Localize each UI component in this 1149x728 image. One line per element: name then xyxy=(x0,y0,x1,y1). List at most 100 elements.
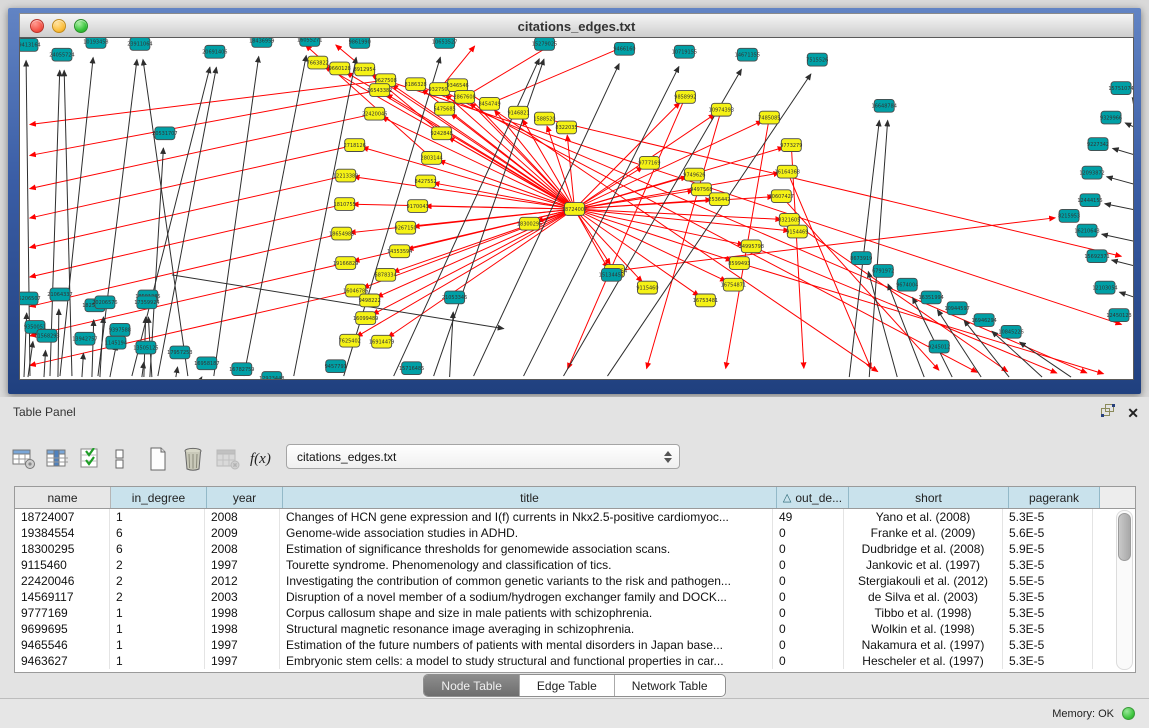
graph-node-label: 5878334 xyxy=(375,273,397,279)
table-row[interactable]: 946362711997Embryonic stem cells: a mode… xyxy=(15,653,1135,669)
graph-node-label: 7625402 xyxy=(339,338,361,344)
graph-node-label: 8599493 xyxy=(728,261,750,267)
row-selection-icon xyxy=(80,448,102,470)
column-header-year[interactable]: year xyxy=(207,487,283,508)
table-select-value: citations_edges.txt xyxy=(287,450,659,464)
column-header-in_degree[interactable]: in_degree xyxy=(111,487,207,508)
graph-node-label: 10653527 xyxy=(432,40,457,46)
scrollbar-thumb[interactable] xyxy=(1118,513,1131,561)
column-header-out_de[interactable]: △out_de... xyxy=(777,487,849,508)
cell-title: Embryonic stem cells: a model to study s… xyxy=(280,653,773,669)
network-canvas[interactable]: 1941316424055724101934582391106420691406… xyxy=(19,37,1134,380)
graph-node-label: 23911064 xyxy=(127,42,152,48)
graph-node-label: 9397588 xyxy=(109,328,131,334)
graph-node-label: 16958187 xyxy=(194,361,219,367)
cell-pagerank: 5.3E-5 xyxy=(1003,621,1093,637)
graph-node-label: 14995798 xyxy=(739,244,764,250)
graph-node-label: 8912954 xyxy=(354,67,376,73)
graph-node-label: 9170043 xyxy=(407,204,429,210)
column-header-short[interactable]: short xyxy=(849,487,1009,508)
cell-title: Changes of HCN gene expression and I(f) … xyxy=(280,509,773,525)
cell-title: Disruption of a novel member of a sodium… xyxy=(280,589,773,605)
column-header-pagerank[interactable]: pagerank xyxy=(1009,487,1100,508)
graph-node-label: 15134457 xyxy=(599,273,624,279)
cell-out_degree: 0 xyxy=(773,541,844,557)
graph-node-label: 12450123 xyxy=(1106,313,1131,319)
function-builder-button[interactable]: f(x) xyxy=(250,451,284,468)
cell-year: 1997 xyxy=(205,557,280,573)
graph-node-label: 8454749 xyxy=(478,102,500,108)
cell-year: 1998 xyxy=(205,605,280,621)
table-row[interactable]: 969969511998Structural magnetic resonanc… xyxy=(15,621,1135,637)
graph-node-label: 9146821 xyxy=(507,110,529,116)
close-panel-icon[interactable]: ✕ xyxy=(1127,406,1139,420)
table-row[interactable]: 2242004622012Investigating the contribut… xyxy=(15,573,1135,589)
show-columns-button[interactable] xyxy=(46,448,80,470)
tab-edge-table[interactable]: Edge Table xyxy=(519,675,614,696)
vertical-scrollbar[interactable] xyxy=(1116,510,1133,670)
table-settings-button[interactable] xyxy=(12,448,46,470)
table-settings-icon xyxy=(12,448,36,470)
rows-button[interactable] xyxy=(114,448,148,470)
graph-node-label: 9154469 xyxy=(786,229,808,235)
cell-out_degree: 0 xyxy=(773,621,844,637)
cell-year: 2003 xyxy=(205,589,280,605)
table-row[interactable]: 911546021997Tourette syndrome. Phenomeno… xyxy=(15,557,1135,573)
graph-node-label: 17359924 xyxy=(134,300,159,306)
cell-title: Estimation of significance thresholds fo… xyxy=(280,541,773,557)
cell-year: 2009 xyxy=(205,525,280,541)
tab-network-table[interactable]: Network Table xyxy=(614,675,725,696)
graph-node-label: 9773279 xyxy=(780,143,802,149)
delete-table-button[interactable] xyxy=(216,448,250,470)
graph-node-label: 20531707 xyxy=(152,131,177,137)
graph-node-label: 14671355 xyxy=(735,53,760,59)
table-panel-title: Table Panel xyxy=(13,405,76,419)
new-file-button[interactable] xyxy=(148,447,182,471)
cell-in_degree: 1 xyxy=(110,509,205,525)
table-panel-header: Table Panel ✕ xyxy=(0,397,1149,427)
float-panel-icon[interactable] xyxy=(1101,404,1115,422)
graph-node-label: 9245012 xyxy=(928,344,950,350)
table-row[interactable]: 1830029562008Estimation of significance … xyxy=(15,541,1135,557)
cell-short: Dudbridge et al. (2008) xyxy=(844,541,1003,557)
table-row[interactable]: 977716911998Corpus callosum shape and si… xyxy=(15,605,1135,621)
table-row[interactable]: 946554611997Estimation of the future num… xyxy=(15,637,1135,653)
table-row[interactable]: 1938455462009Genome-wide association stu… xyxy=(15,525,1135,541)
graph-node-label: 1588520 xyxy=(533,116,555,122)
tab-node-table[interactable]: Node Table xyxy=(424,675,519,696)
graph-node-label: 6791972 xyxy=(872,269,894,275)
column-header-name[interactable]: name xyxy=(15,487,111,508)
table-select-dropdown[interactable]: citations_edges.txt xyxy=(286,444,680,469)
status-bar: Memory: OK xyxy=(0,698,1149,728)
cell-name: 22420046 xyxy=(15,573,110,589)
cell-short: Franke et al. (2009) xyxy=(844,525,1003,541)
graph-node-label: 16055271 xyxy=(297,38,322,44)
graph-node-label: 10944597 xyxy=(944,306,969,312)
table-row[interactable]: 1872400712008Changes of HCN gene express… xyxy=(15,509,1135,525)
graph-node-label: 9267150 xyxy=(395,225,417,231)
cell-title: Estimation of the future numbers of pati… xyxy=(280,637,773,653)
cell-in_degree: 1 xyxy=(110,653,205,669)
rows-icon xyxy=(114,448,126,470)
graph-node-label: 8322035 xyxy=(555,125,577,131)
column-header-title[interactable]: title xyxy=(283,487,777,508)
trash-button[interactable] xyxy=(182,447,216,471)
table-row[interactable]: 1456911722003Disruption of a novel membe… xyxy=(15,589,1135,605)
cell-title: Tourette syndrome. Phenomenology and cla… xyxy=(280,557,773,573)
graph-node-label: 18300295 xyxy=(517,222,542,228)
citation-network-graph[interactable]: 1941316424055724101934582391106420691406… xyxy=(20,38,1133,379)
graph-node-label: 15751074 xyxy=(1108,86,1133,92)
trash-icon xyxy=(182,447,204,471)
graph-node-label: 16782759 xyxy=(229,367,254,373)
cell-pagerank: 5.5E-5 xyxy=(1003,573,1093,589)
graph-node-label: 18654985 xyxy=(329,231,354,237)
graph-node-label: 7515526 xyxy=(806,57,828,63)
graph-node-label: 12103054 xyxy=(1092,285,1117,291)
graph-node-label: 21053346 xyxy=(442,295,467,301)
cell-year: 1998 xyxy=(205,621,280,637)
graph-node-label: 15692371 xyxy=(1084,254,1109,260)
cell-out_degree: 0 xyxy=(773,573,844,589)
row-selection-button[interactable] xyxy=(80,448,114,470)
graph-node-label: 16914479 xyxy=(369,339,394,345)
window-titlebar[interactable]: citations_edges.txt xyxy=(19,13,1134,39)
